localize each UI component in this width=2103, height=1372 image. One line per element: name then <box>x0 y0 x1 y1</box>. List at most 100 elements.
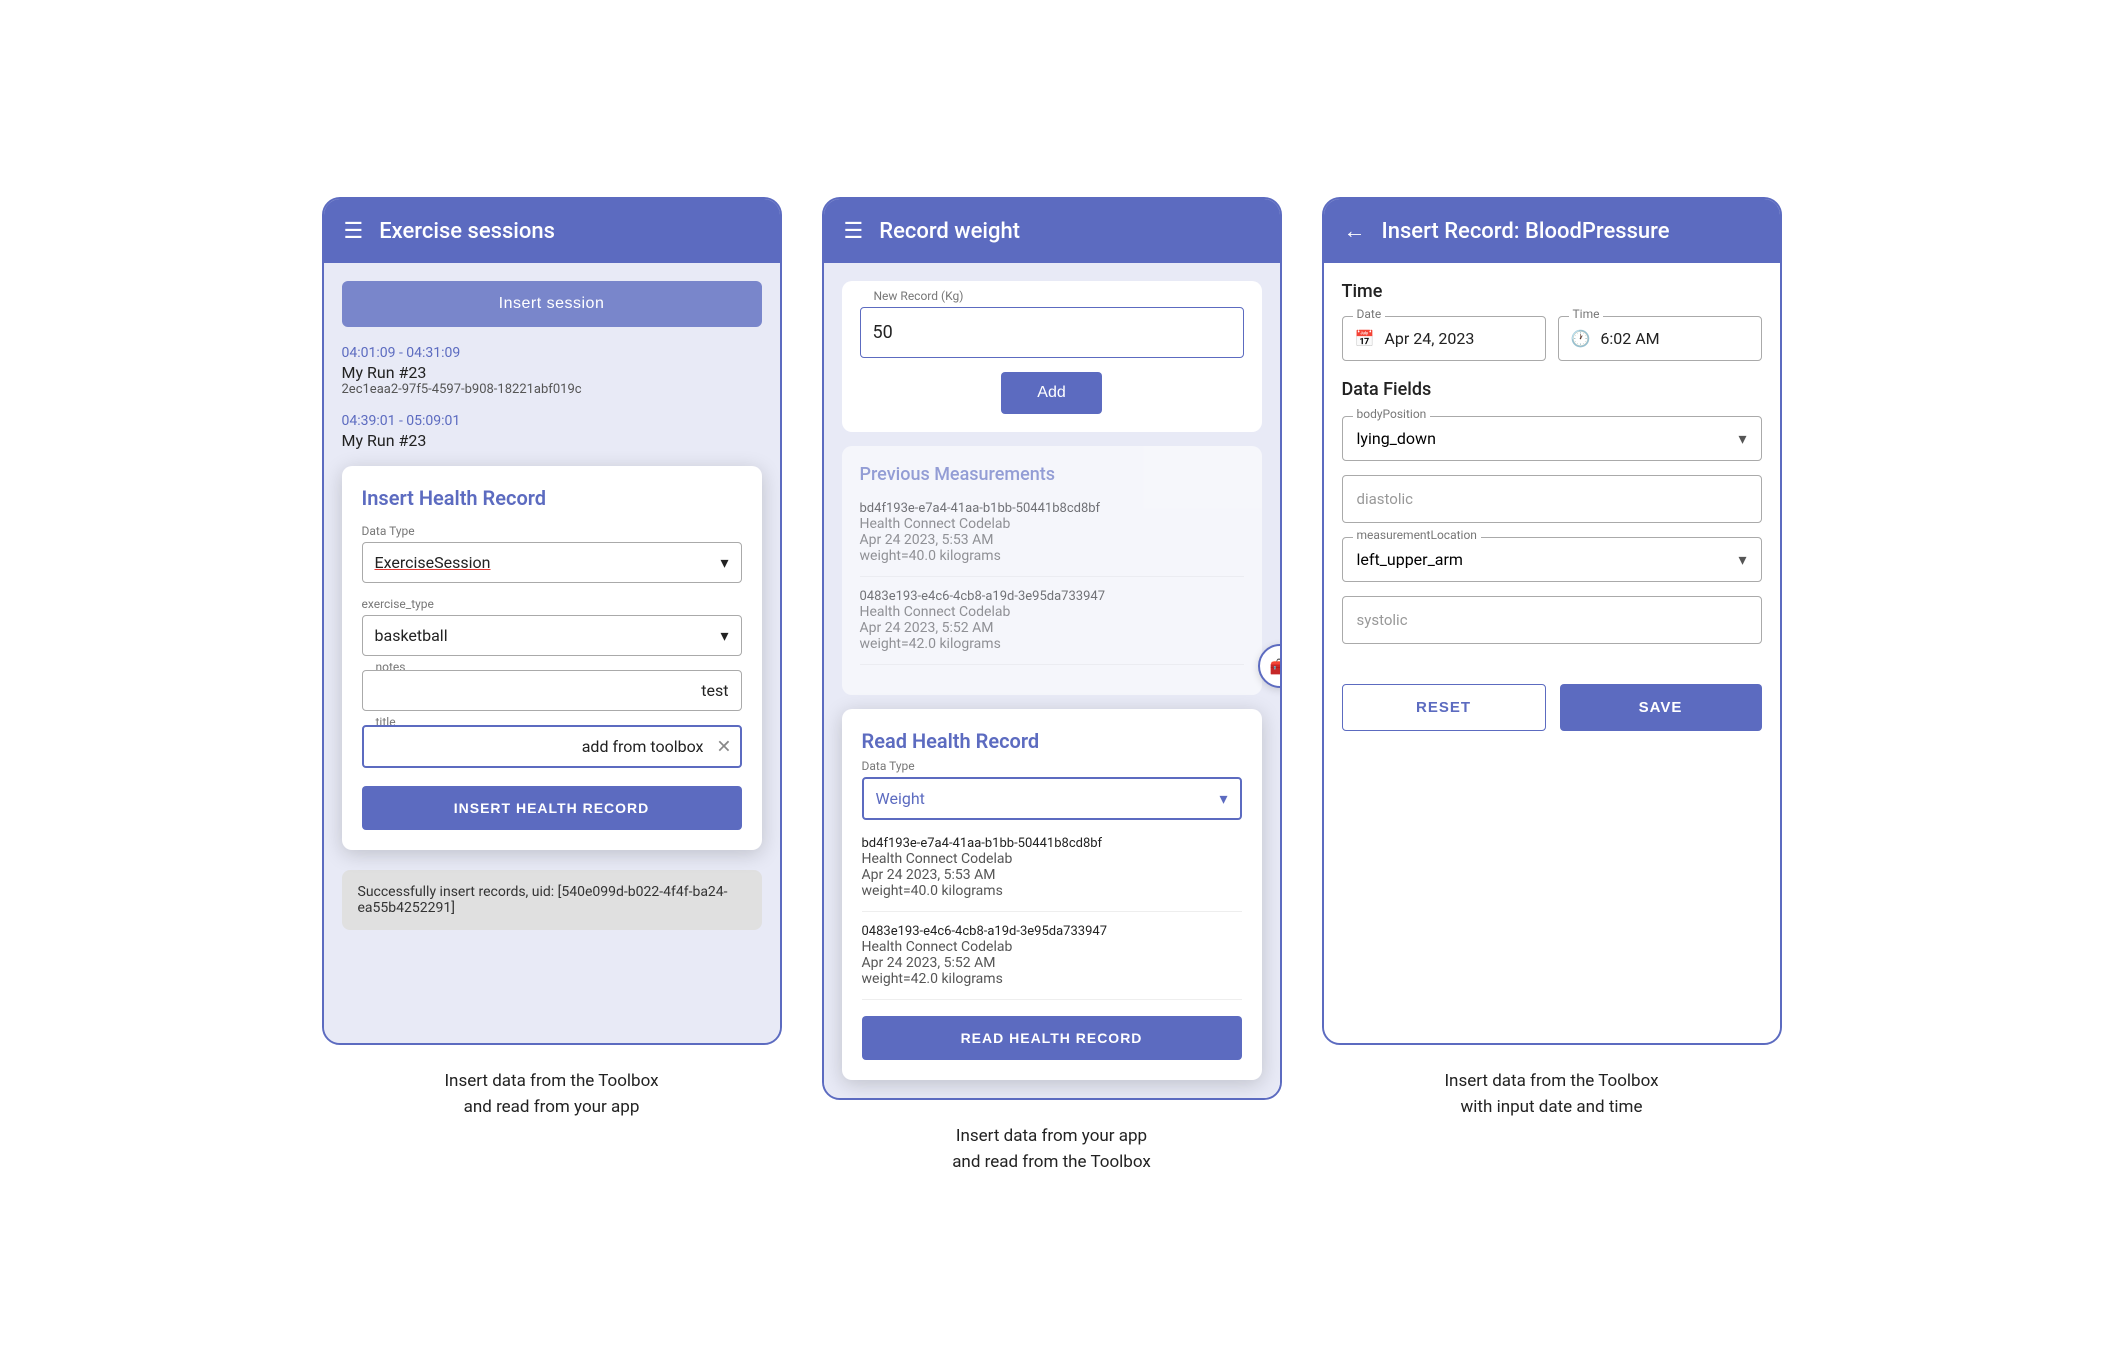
measurement-id-1: bd4f193e-e7a4-41aa-b1bb-50441b8cd8bf <box>860 501 1244 516</box>
body-position-field[interactable]: bodyPosition lying_down ▾ <box>1342 416 1762 461</box>
add-button[interactable]: Add <box>1001 372 1101 414</box>
dialog-title-1: Insert Health Record <box>362 486 742 510</box>
dialog-measurement-value-2: weight=42.0 kilograms <box>862 971 1242 987</box>
caption-3: Insert data from the Toolboxwith input d… <box>1444 1069 1658 1120</box>
session-name-1: My Run #23 <box>342 363 762 382</box>
measurement-2: 0483e193-e4c6-4cb8-a19d-3e95da733947 Hea… <box>860 589 1244 665</box>
measurement-date-1: Apr 24 2023, 5:53 AM <box>860 532 1244 548</box>
data-fields-label: Data Fields <box>1342 379 1762 400</box>
session-id-1: 2ec1eaa2-97f5-4597-b908-18221abf019c <box>342 382 762 397</box>
session-time-1: 04:01:09 - 04:31:09 <box>342 345 762 361</box>
measurement-value-1: weight=40.0 kilograms <box>860 548 1244 564</box>
dialog-measurement-date-2: Apr 24 2023, 5:52 AM <box>862 955 1242 971</box>
time-section-heading: Time <box>1342 281 1762 302</box>
screen2-wrapper: ☰ Record weight New Record (Kg) 50 Add P… <box>822 197 1282 1175</box>
dialog-measurement-source-1: Health Connect Codelab <box>862 851 1242 867</box>
chevron-down-icon-4: ▾ <box>1738 429 1746 448</box>
screen2-title: Record weight <box>879 219 1020 244</box>
screens-container: ☰ Exercise sessions Insert session 04:01… <box>322 197 1782 1175</box>
read-health-record-button[interactable]: READ HEALTH RECORD <box>862 1016 1242 1060</box>
clock-icon: 🕐 <box>1571 329 1591 348</box>
screen1-header: ☰ Exercise sessions <box>324 199 780 263</box>
save-button[interactable]: SAVE <box>1560 684 1762 731</box>
title-field-wrapper: title add from toolbox ✕ <box>362 725 742 768</box>
measurement-location-label: measurementLocation <box>1353 528 1481 542</box>
bottom-buttons: RESET SAVE <box>1342 684 1762 731</box>
read-data-type-select[interactable]: Weight ▾ <box>862 777 1242 820</box>
title-input[interactable]: add from toolbox <box>362 725 742 768</box>
measurements-card: Previous Measurements bd4f193e-e7a4-41aa… <box>842 446 1262 695</box>
body-position-value: lying_down <box>1357 429 1436 448</box>
hamburger-icon-2[interactable]: ☰ <box>844 219 864 244</box>
exercise-type-select[interactable]: basketball ▾ <box>362 615 742 656</box>
prev-measurements-title: Previous Measurements <box>860 464 1244 489</box>
systolic-field[interactable]: systolic <box>1342 596 1762 644</box>
dialog-measurement-1: bd4f193e-e7a4-41aa-b1bb-50441b8cd8bf Hea… <box>862 836 1242 912</box>
phone-frame-2: ☰ Record weight New Record (Kg) 50 Add P… <box>822 197 1282 1100</box>
time-content: 🕐 6:02 AM <box>1571 329 1749 348</box>
dialog-measurement-2: 0483e193-e4c6-4cb8-a19d-3e95da733947 Hea… <box>862 924 1242 1000</box>
screen2-header: ☰ Record weight <box>824 199 1280 263</box>
time-label: Time <box>1569 307 1604 321</box>
new-record-input[interactable]: 50 <box>860 307 1244 358</box>
read-dialog-title: Read Health Record <box>862 729 1242 753</box>
chevron-down-icon-3: ▾ <box>1219 789 1227 808</box>
new-record-card: New Record (Kg) 50 Add <box>842 281 1262 432</box>
dialog-measurement-value-1: weight=40.0 kilograms <box>862 883 1242 899</box>
screen3-header: ← Insert Record: BloodPressure <box>1324 199 1780 263</box>
chevron-down-icon-5: ▾ <box>1738 550 1746 569</box>
screen1-wrapper: ☰ Exercise sessions Insert session 04:01… <box>322 197 782 1120</box>
dialog-box-1: Insert Health Record Data Type ExerciseS… <box>342 466 762 850</box>
data-type-value-1: ExerciseSession <box>375 553 491 572</box>
date-field[interactable]: Date 📅 Apr 24, 2023 <box>1342 316 1546 361</box>
data-type-select-1[interactable]: ExerciseSession ▾ <box>362 542 742 583</box>
phone-frame-1: ☰ Exercise sessions Insert session 04:01… <box>322 197 782 1045</box>
session-item-2: 04:39:01 - 05:09:01 My Run #23 <box>342 413 762 450</box>
clear-icon[interactable]: ✕ <box>716 736 731 757</box>
date-value: Apr 24, 2023 <box>1384 329 1474 348</box>
exercise-type-label: exercise_type <box>362 597 742 611</box>
screen1-content: Insert session 04:01:09 - 04:31:09 My Ru… <box>324 263 780 1043</box>
time-field[interactable]: Time 🕐 6:02 AM <box>1558 316 1762 361</box>
new-record-wrapper: New Record (Kg) 50 <box>860 299 1244 358</box>
success-message: Successfully insert records, uid: [540e0… <box>342 870 762 930</box>
notes-input[interactable]: test <box>362 670 742 711</box>
back-arrow-icon[interactable]: ← <box>1344 218 1366 244</box>
screen2-content: New Record (Kg) 50 Add Previous Measurem… <box>824 263 1280 1098</box>
measurement-location-value: left_upper_arm <box>1357 550 1463 569</box>
date-time-row: Date 📅 Apr 24, 2023 Time 🕐 6:02 AM <box>1342 316 1762 361</box>
data-type-sublabel: Data Type <box>862 759 1242 773</box>
hamburger-icon[interactable]: ☰ <box>344 219 364 244</box>
reset-button[interactable]: RESET <box>1342 684 1546 731</box>
measurement-1: bd4f193e-e7a4-41aa-b1bb-50441b8cd8bf Hea… <box>860 501 1244 577</box>
caption-1: Insert data from the Toolboxand read fro… <box>444 1069 658 1120</box>
time-value: 6:02 AM <box>1600 329 1659 348</box>
read-health-record-dialog: Read Health Record Data Type Weight ▾ bd… <box>842 709 1262 1080</box>
caption-2: Insert data from your appand read from t… <box>952 1124 1151 1175</box>
screen3-content: Time Date 📅 Apr 24, 2023 Time 🕐 <box>1324 263 1780 1043</box>
insert-health-record-button[interactable]: INSERT HEALTH RECORD <box>362 786 742 830</box>
notes-field-wrapper: notes test <box>362 670 742 711</box>
dialog-measurement-source-2: Health Connect Codelab <box>862 939 1242 955</box>
dialog-measurement-id-1: bd4f193e-e7a4-41aa-b1bb-50441b8cd8bf <box>862 836 1242 851</box>
data-type-label-1: Data Type <box>362 524 742 538</box>
session-item-1: 04:01:09 - 04:31:09 My Run #23 2ec1eaa2-… <box>342 345 762 397</box>
chevron-down-icon-1: ▾ <box>720 553 728 572</box>
screen1-title: Exercise sessions <box>379 219 555 244</box>
measurement-date-2: Apr 24 2023, 5:52 AM <box>860 620 1244 636</box>
measurement-location-field[interactable]: measurementLocation left_upper_arm ▾ <box>1342 537 1762 582</box>
exercise-type-value: basketball <box>375 626 448 645</box>
session-time-2: 04:39:01 - 05:09:01 <box>342 413 762 429</box>
diastolic-field[interactable]: diastolic <box>1342 475 1762 523</box>
measurement-id-2: 0483e193-e4c6-4cb8-a19d-3e95da733947 <box>860 589 1244 604</box>
measurement-source-1: Health Connect Codelab <box>860 516 1244 532</box>
read-data-type-value: Weight <box>876 789 925 808</box>
date-label: Date <box>1353 307 1386 321</box>
date-content: 📅 Apr 24, 2023 <box>1355 329 1533 348</box>
title-input-container: add from toolbox ✕ <box>362 725 742 768</box>
insert-session-button[interactable]: Insert session <box>342 281 762 327</box>
body-position-label: bodyPosition <box>1353 407 1431 421</box>
toolbox-icon-2: 🧰 <box>1270 657 1282 676</box>
dialog-measurement-date-1: Apr 24 2023, 5:53 AM <box>862 867 1242 883</box>
measurement-value-2: weight=42.0 kilograms <box>860 636 1244 652</box>
